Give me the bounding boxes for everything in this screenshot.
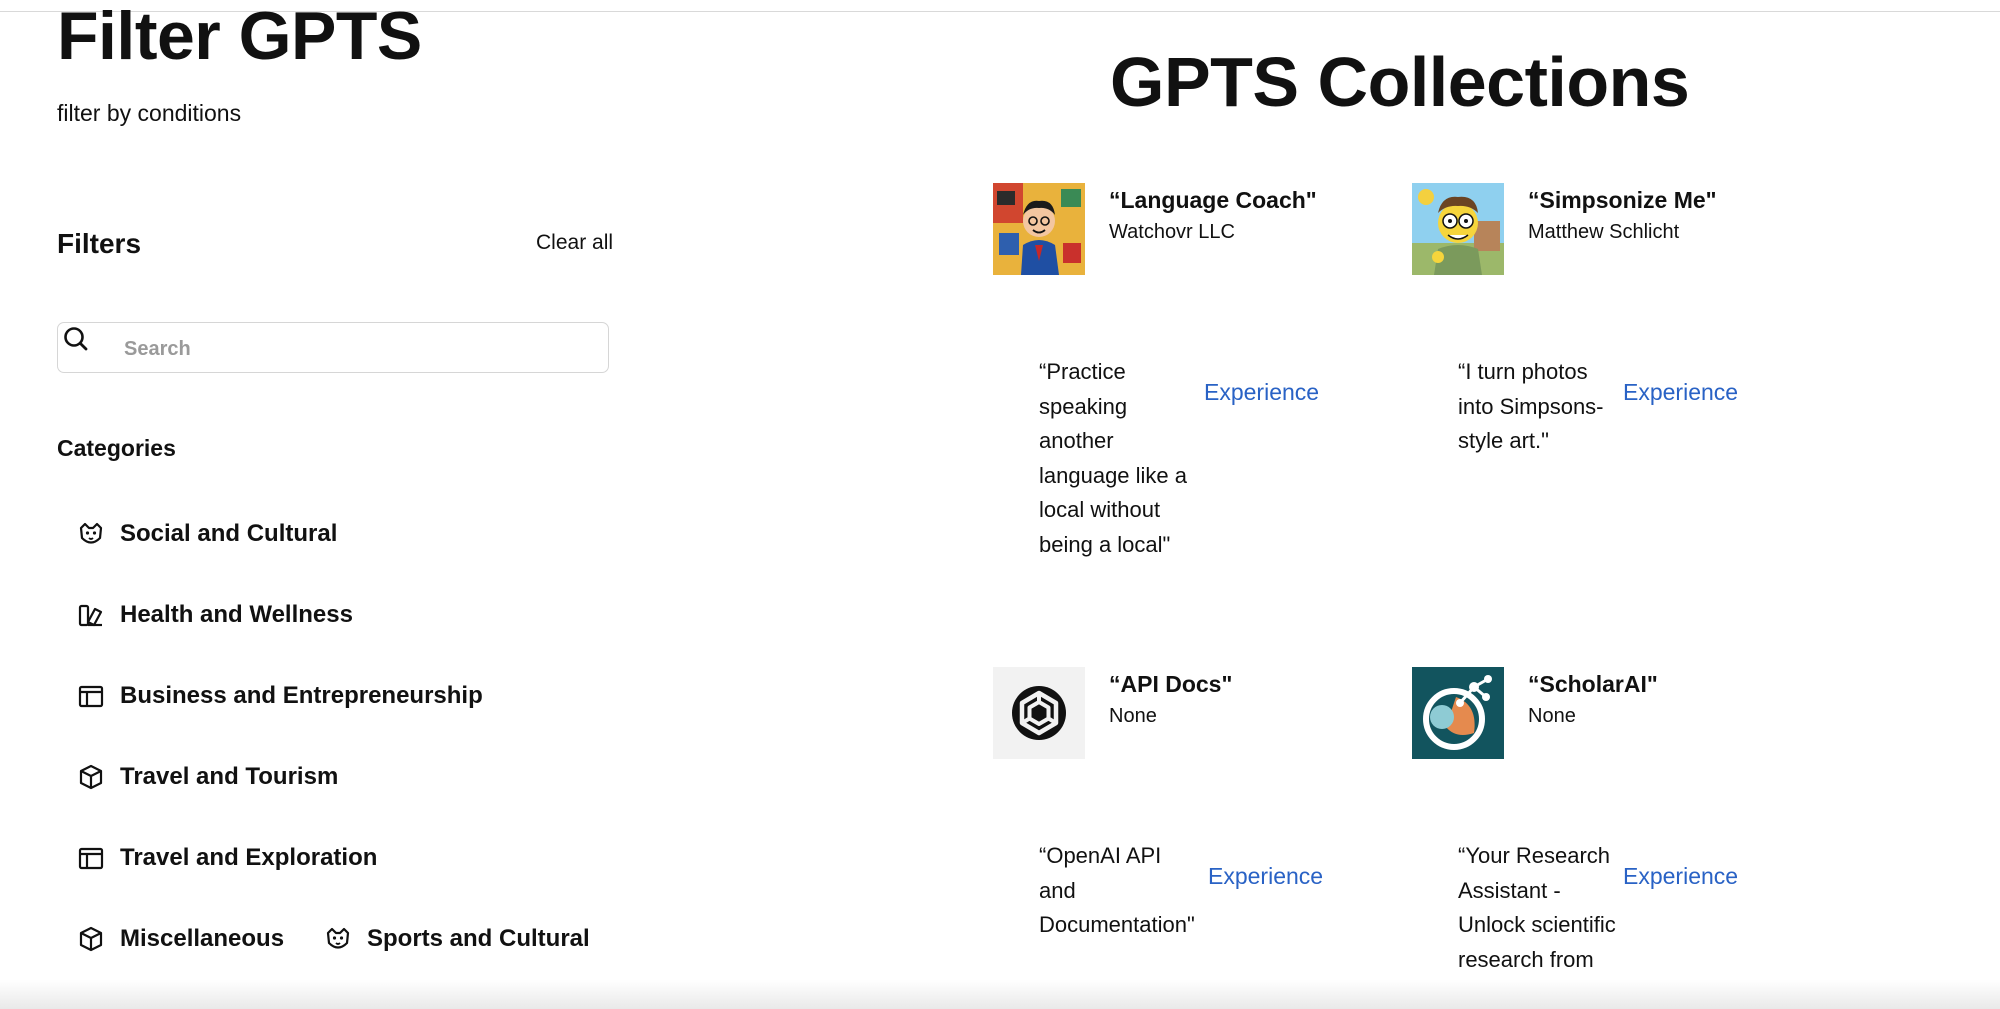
category-travel-and-tourism[interactable]: Travel and Tourism xyxy=(76,762,338,792)
category-label: Travel and Exploration xyxy=(120,844,378,871)
category-label: Miscellaneous xyxy=(120,925,285,952)
clear-all-button[interactable]: Clear all xyxy=(536,231,613,255)
gpt-name: “Simpsonize Me" xyxy=(1528,187,1717,213)
filters-heading: Filters xyxy=(57,228,142,259)
category-label: Sports and Cultural xyxy=(367,925,590,952)
search-input[interactable] xyxy=(122,332,596,366)
page-title: Filter GPTS xyxy=(57,0,422,74)
layout-panel-icon xyxy=(78,685,104,708)
openai-logo xyxy=(993,667,1085,759)
swatch-book-icon xyxy=(78,604,103,627)
gpt-name: “Language Coach" xyxy=(1109,187,1317,213)
dog-face-icon xyxy=(79,522,103,544)
dog-face-icon xyxy=(326,927,350,949)
category-social-and-cultural[interactable]: Social and Cultural xyxy=(76,519,337,549)
category-sports-and-cultural[interactable]: Sports and Cultural xyxy=(323,924,590,954)
category-label: Travel and Tourism xyxy=(120,763,339,790)
category-business-and-entrepreneurship[interactable]: Business and Entrepreneurship xyxy=(76,681,483,711)
cube-icon xyxy=(79,926,103,952)
category-label: Business and Entrepreneurship xyxy=(120,682,483,709)
gpt-name: “ScholarAI" xyxy=(1528,671,1658,697)
category-label: Social and Cultural xyxy=(120,520,338,547)
yellow-cartoon-character-avatar xyxy=(1412,183,1504,275)
category-travel-and-exploration[interactable]: Travel and Exploration xyxy=(76,843,377,873)
search-field[interactable] xyxy=(57,322,609,373)
cube-icon xyxy=(79,764,103,790)
gpt-author: Matthew Schlicht xyxy=(1528,221,1680,243)
gpt-author: None xyxy=(1109,705,1157,727)
bottom-edge-fade xyxy=(0,980,2000,1009)
gpt-description: “OpenAI API and Documentation" xyxy=(1039,843,1195,937)
gpt-description: “Your Research Assistant - Unlock scient… xyxy=(1458,843,1616,972)
experience-link[interactable]: Experience xyxy=(1623,863,1738,890)
layout-panel-icon xyxy=(78,847,104,870)
categories-heading: Categories xyxy=(57,435,176,461)
search-icon xyxy=(64,327,88,351)
experience-link[interactable]: Experience xyxy=(1208,863,1323,890)
page-subtitle: filter by conditions xyxy=(57,100,242,126)
experience-link[interactable]: Experience xyxy=(1623,379,1738,406)
gpt-description: “I turn photos into Simpsons-style art." xyxy=(1458,359,1604,453)
collections-title: GPTS Collections xyxy=(1110,43,1690,121)
gpt-author: Watchovr LLC xyxy=(1109,221,1235,243)
category-label: Health and Wellness xyxy=(120,601,353,628)
cartoon-businessman-avatar xyxy=(993,183,1085,275)
gpt-author: None xyxy=(1528,705,1576,727)
category-miscellaneous[interactable]: Miscellaneous xyxy=(76,924,284,954)
gpt-name: “API Docs" xyxy=(1109,671,1233,697)
category-health-and-wellness[interactable]: Health and Wellness xyxy=(76,600,353,630)
gpt-description: “Practice speaking another language like… xyxy=(1039,359,1188,557)
scholarai-logo xyxy=(1412,667,1504,759)
experience-link[interactable]: Experience xyxy=(1204,379,1319,406)
